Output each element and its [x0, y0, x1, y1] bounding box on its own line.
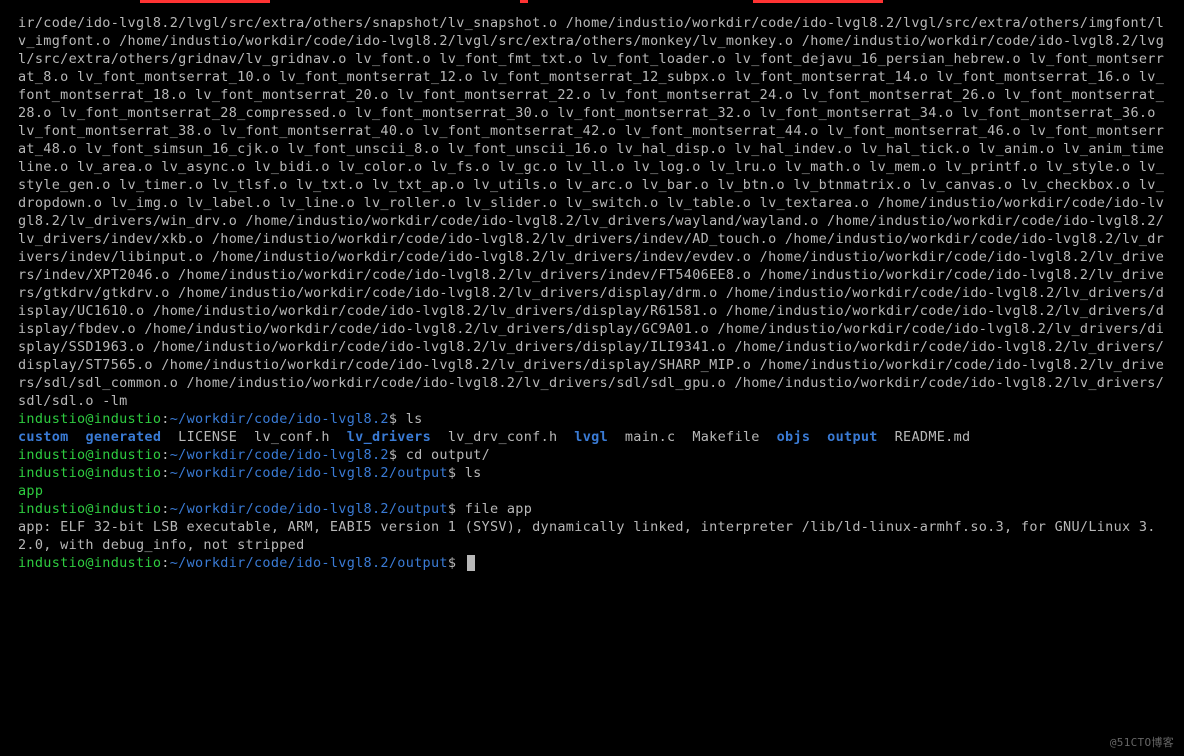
file-command-output: app: ELF 32-bit LSB executable, ARM, EAB…	[18, 519, 1156, 553]
ls-dir: output	[827, 429, 878, 445]
terminal-output[interactable]: ir/code/ido-lvgl8.2/lvgl/src/extra/other…	[18, 14, 1172, 572]
prompt-path: ~/workdir/code/ido-lvgl8.2	[170, 447, 389, 463]
prompt-dollar: $	[448, 465, 456, 481]
ls-file: lv_drv_conf.h	[448, 429, 558, 445]
window-tab-strip	[0, 0, 1184, 6]
prompt-user: industio@industio	[18, 411, 161, 427]
ls-file: main.c	[625, 429, 676, 445]
prompt-path: ~/workdir/code/ido-lvgl8.2/output	[170, 465, 448, 481]
prompt-user: industio@industio	[18, 555, 161, 571]
ls-dir: lvgl	[574, 429, 608, 445]
ls-dir: lv_drivers	[347, 429, 431, 445]
ls-file: lv_conf.h	[254, 429, 330, 445]
command-text: ls	[465, 465, 482, 481]
prompt-path: ~/workdir/code/ido-lvgl8.2/output	[170, 501, 448, 517]
prompt-separator: :	[161, 447, 169, 463]
ls-dir: custom	[18, 429, 69, 445]
tab-indicator[interactable]	[140, 0, 270, 3]
prompt-user: industio@industio	[18, 465, 161, 481]
ls-file: LICENSE	[178, 429, 237, 445]
ls-dir: generated	[85, 429, 161, 445]
ls-file: Makefile	[692, 429, 759, 445]
prompt-separator: :	[161, 555, 169, 571]
ls-dir: objs	[777, 429, 811, 445]
prompt-user: industio@industio	[18, 501, 161, 517]
prompt-path: ~/workdir/code/ido-lvgl8.2	[170, 411, 389, 427]
prompt-separator: :	[161, 465, 169, 481]
terminal-cursor[interactable]	[467, 555, 475, 571]
prompt-separator: :	[161, 411, 169, 427]
prompt-separator: :	[161, 501, 169, 517]
prompt-dollar: $	[389, 447, 397, 463]
watermark-text: @51CTO博客	[1110, 734, 1174, 752]
prompt-dollar: $	[389, 411, 397, 427]
command-text: file app	[465, 501, 532, 517]
prompt-user: industio@industio	[18, 447, 161, 463]
prompt-dollar: $	[448, 501, 456, 517]
prompt-path: ~/workdir/code/ido-lvgl8.2/output	[170, 555, 448, 571]
ls-executable: app	[18, 483, 43, 499]
command-text: ls	[406, 411, 423, 427]
ls-file: README.md	[895, 429, 971, 445]
command-text: cd output/	[406, 447, 490, 463]
compiler-output: ir/code/ido-lvgl8.2/lvgl/src/extra/other…	[18, 15, 1164, 409]
tab-indicator[interactable]	[520, 0, 528, 3]
prompt-dollar: $	[448, 555, 456, 571]
tab-indicator[interactable]	[753, 0, 883, 3]
